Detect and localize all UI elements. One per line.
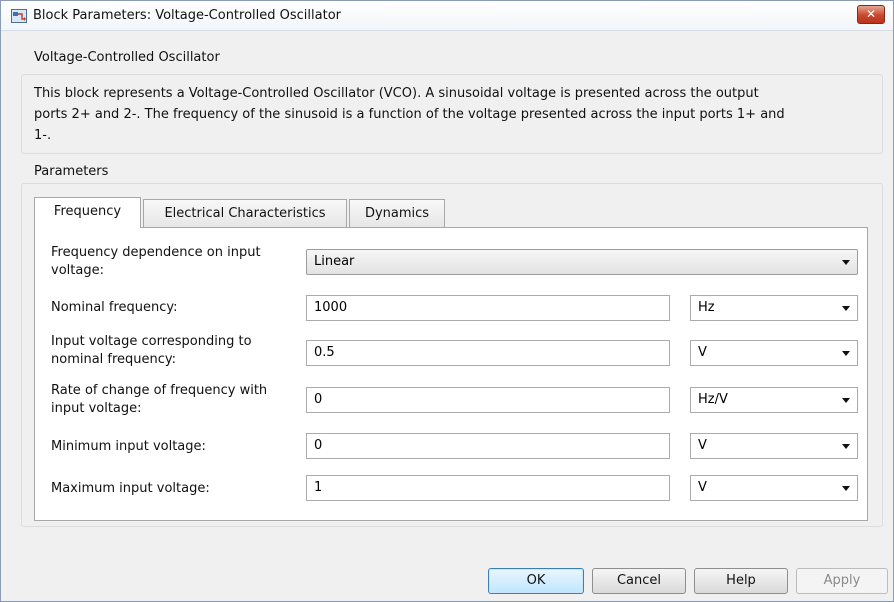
input-voltage-nominal-unit-dropdown[interactable]: V <box>690 340 858 366</box>
tab-electrical-characteristics[interactable]: Electrical Characteristics <box>143 199 347 227</box>
chevron-down-icon <box>842 351 850 356</box>
chevron-down-icon <box>842 486 850 491</box>
apply-button[interactable]: Apply <box>796 568 888 594</box>
min-input-voltage-input[interactable]: 0 <box>306 433 670 459</box>
description-line: This block represents a Voltage-Controll… <box>34 86 759 101</box>
title-bar[interactable]: Block Parameters: Voltage-Controlled Osc… <box>1 1 893 31</box>
ok-button[interactable]: OK <box>488 568 584 594</box>
close-button[interactable]: ✕ <box>857 5 885 24</box>
close-icon: ✕ <box>865 7 877 21</box>
chevron-down-icon <box>842 444 850 449</box>
freq-dependence-label: Frequency dependence on input voltage: <box>51 245 261 278</box>
tab-frequency[interactable]: Frequency <box>34 197 141 228</box>
min-input-voltage-label: Minimum input voltage: <box>51 439 206 454</box>
block-description: This block represents a Voltage-Controll… <box>34 83 874 146</box>
chevron-down-icon <box>842 306 850 311</box>
rate-of-change-input[interactable]: 0 <box>306 387 670 413</box>
cancel-button[interactable]: Cancel <box>592 568 686 594</box>
max-input-voltage-unit-dropdown[interactable]: V <box>690 475 858 501</box>
max-input-voltage-label: Maximum input voltage: <box>51 481 210 496</box>
rate-of-change-label: Rate of change of frequency with input v… <box>51 383 268 416</box>
simulink-block-icon <box>11 9 27 23</box>
nominal-frequency-unit-dropdown[interactable]: Hz <box>690 295 858 321</box>
description-line: ports 2+ and 2-. The frequency of the si… <box>34 107 785 122</box>
description-group-title: Voltage-Controlled Oscillator <box>34 50 220 65</box>
min-input-voltage-unit-dropdown[interactable]: V <box>690 433 858 459</box>
parameters-group-title: Parameters <box>34 164 109 179</box>
max-input-voltage-input[interactable]: 1 <box>306 475 670 501</box>
nominal-frequency-label: Nominal frequency: <box>51 300 178 315</box>
input-voltage-nominal-label: Input voltage corresponding to nominal f… <box>51 334 252 367</box>
chevron-down-icon <box>842 398 850 403</box>
help-button[interactable]: Help <box>694 568 788 594</box>
description-line: 1-. <box>34 128 52 143</box>
freq-dependence-dropdown[interactable]: Linear <box>306 249 858 275</box>
block-parameters-dialog: Block Parameters: Voltage-Controlled Osc… <box>0 0 894 602</box>
rate-of-change-unit-dropdown[interactable]: Hz/V <box>690 387 858 413</box>
window-title: Block Parameters: Voltage-Controlled Osc… <box>33 8 342 23</box>
chevron-down-icon <box>842 260 850 265</box>
nominal-frequency-input[interactable]: 1000 <box>306 295 670 321</box>
input-voltage-nominal-input[interactable]: 0.5 <box>306 340 670 366</box>
tab-dynamics[interactable]: Dynamics <box>349 199 445 227</box>
